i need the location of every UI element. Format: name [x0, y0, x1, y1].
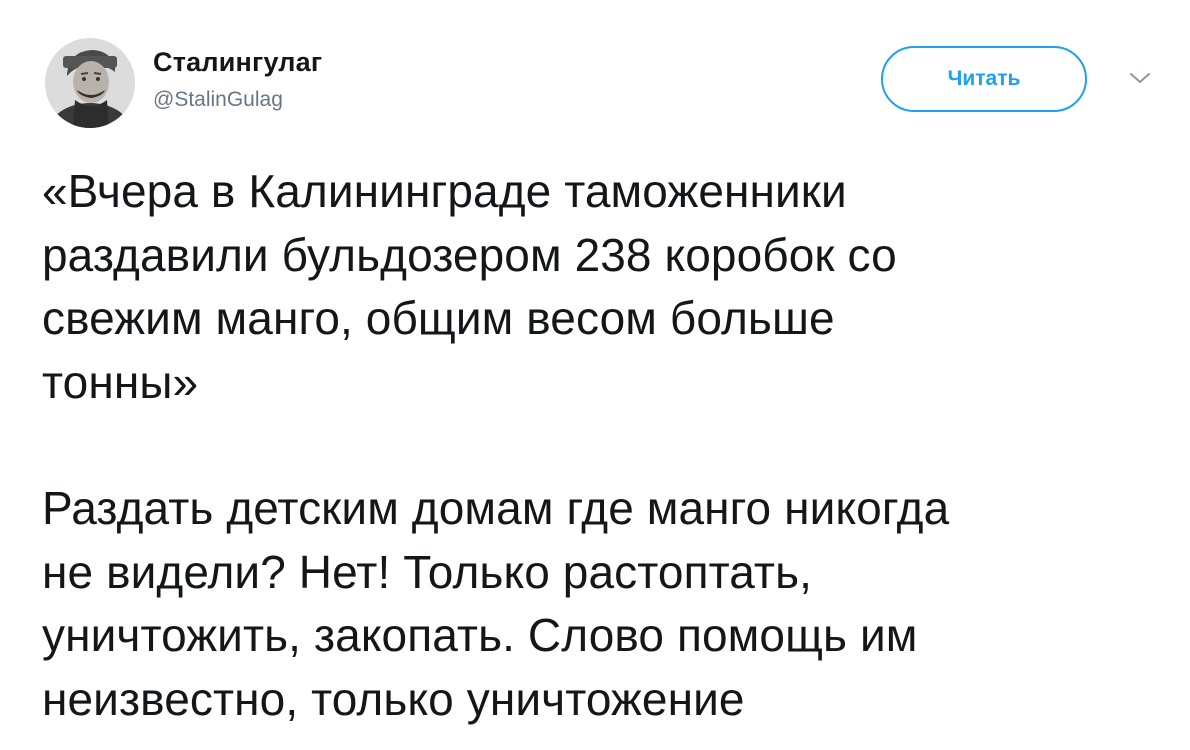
tweet-paragraph: «Вчера в Калининграде таможенники раздав…	[42, 165, 897, 408]
chevron-down-icon[interactable]	[1125, 66, 1155, 90]
tweet-header: Сталингулаг @StalinGulag Читать	[45, 38, 1165, 134]
tweet-text: «Вчера в Калининграде таможенники раздав…	[42, 160, 1162, 731]
follow-button-label: Читать	[947, 67, 1021, 90]
display-name[interactable]: Сталингулаг	[153, 46, 322, 78]
tweet-card: Сталингулаг @StalinGulag Читать «Вчера в…	[0, 0, 1190, 750]
portrait-avatar-icon[interactable]	[45, 38, 135, 128]
user-info: Сталингулаг @StalinGulag	[153, 46, 322, 114]
follow-button[interactable]: Читать	[881, 46, 1087, 112]
tweet-paragraph: Раздать детским домам где манго никогда …	[42, 482, 950, 725]
user-handle[interactable]: @StalinGulag	[153, 86, 322, 114]
